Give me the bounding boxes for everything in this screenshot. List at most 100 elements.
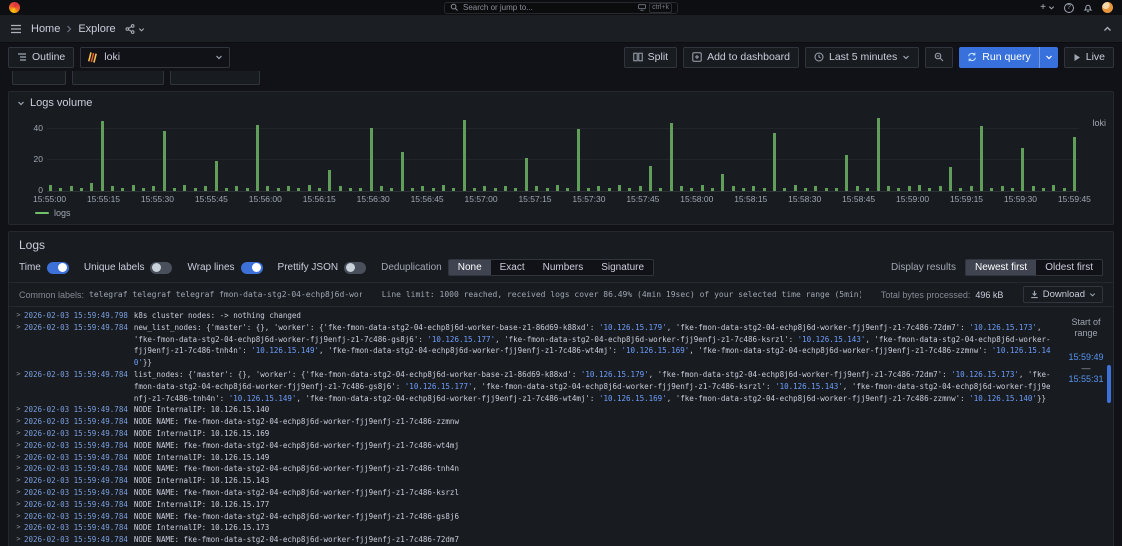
new-button[interactable]: + (1040, 3, 1055, 13)
log-row[interactable]: >2026-02-03 15:59:49.784NODE InternalIP:… (13, 452, 1059, 464)
notifications-button[interactable] (1083, 3, 1093, 13)
x-axis-labels: 15:55:0015:55:1515:55:3015:55:4515:56:00… (33, 194, 1091, 204)
volume-bar (845, 155, 848, 191)
datasource-picker[interactable]: loki (80, 47, 230, 68)
log-row[interactable]: >2026-02-03 15:59:49.784NODE InternalIP:… (13, 475, 1059, 487)
log-row[interactable]: >2026-02-03 15:59:49.784list_nodes: {'ma… (13, 369, 1059, 404)
search-input[interactable]: Search or jump to... ctrl+k (444, 2, 678, 14)
expand-log-icon[interactable]: > (13, 322, 24, 369)
expand-log-icon[interactable]: > (13, 404, 24, 416)
order-group-option[interactable]: Oldest first (1036, 260, 1102, 275)
log-message: NODE NAME: fke-fmon-data-stg2-04-echp8j6… (134, 511, 465, 523)
breadcrumb-home[interactable]: Home (31, 23, 60, 35)
hamburger-icon (10, 24, 22, 34)
expand-log-icon[interactable]: > (13, 475, 24, 487)
wrap-lines-toggle[interactable] (241, 262, 263, 274)
wrap-lines-toggle-label: Wrap lines (187, 262, 234, 273)
dedup-group-option[interactable]: Exact (491, 260, 534, 275)
volume-bar (866, 188, 869, 191)
log-row[interactable]: >2026-02-03 15:59:49.784NODE InternalIP:… (13, 522, 1059, 534)
expand-log-icon[interactable]: > (13, 369, 24, 404)
logs-panel: Logs Time Unique labels Wrap lines Prett… (8, 231, 1114, 546)
breadcrumb-explore[interactable]: Explore (78, 23, 115, 35)
collapse-section-icon[interactable] (17, 99, 25, 107)
volume-bar (121, 188, 124, 191)
run-query-interval-dropdown[interactable] (1039, 47, 1058, 68)
add-dashboard-icon (692, 52, 702, 62)
expand-log-icon[interactable]: > (13, 310, 24, 322)
volume-bar (980, 126, 983, 191)
user-avatar[interactable] (1102, 2, 1113, 13)
nav-oldest-time[interactable]: 15:55:31 (1068, 374, 1103, 385)
dedup-group-option[interactable]: Signature (592, 260, 653, 275)
log-row[interactable]: >2026-02-03 15:59:49.784NODE NAME: fke-f… (13, 440, 1059, 452)
log-row[interactable]: >2026-02-03 15:59:49.784NODE NAME: fke-f… (13, 534, 1059, 546)
time-toggle[interactable] (47, 262, 69, 274)
time-range-picker[interactable]: Last 5 minutes (805, 47, 919, 68)
expand-log-icon[interactable]: > (13, 534, 24, 546)
expand-log-icon[interactable]: > (13, 416, 24, 428)
volume-bar (111, 186, 114, 191)
expand-log-icon[interactable]: > (13, 487, 24, 499)
log-row[interactable]: >2026-02-03 15:59:49.798k8s cluster node… (13, 310, 1059, 322)
live-button[interactable]: Live (1064, 47, 1114, 68)
zoom-out-button[interactable] (925, 47, 953, 68)
legend-series-label[interactable]: logs (54, 208, 71, 218)
log-row[interactable]: >2026-02-03 15:59:49.784NODE NAME: fke-f… (13, 416, 1059, 428)
grafana-logo[interactable] (9, 2, 20, 13)
logs-controls: Time Unique labels Wrap lines Prettify J… (9, 254, 1113, 282)
unique-labels-toggle[interactable] (150, 262, 172, 274)
nav-newest-time[interactable]: 15:59:49 (1068, 352, 1103, 363)
help-button[interactable]: ? (1064, 3, 1074, 13)
log-message: new_list_nodes: {'master': {}, 'worker':… (134, 322, 1059, 369)
expand-log-icon[interactable]: > (13, 428, 24, 440)
volume-bar (59, 188, 62, 191)
expand-log-icon[interactable]: > (13, 499, 24, 511)
search-placeholder: Search or jump to... (463, 3, 634, 12)
mega-menu-toggle[interactable] (10, 24, 22, 34)
logs-volume-chart[interactable]: 40 20 0 (47, 112, 1079, 192)
collapse-nav-button[interactable] (1103, 25, 1112, 33)
common-labels-values: telegraf telegraf telegraf fmon-data-stg… (89, 290, 362, 299)
dedup-group-option[interactable]: Numbers (534, 260, 593, 275)
log-row[interactable]: >2026-02-03 15:59:49.784NODE InternalIP:… (13, 404, 1059, 416)
volume-bar (266, 186, 269, 191)
prettify-json-toggle[interactable] (344, 262, 366, 274)
chevron-right-icon (66, 25, 72, 33)
x-axis-tick: 15:58:30 (788, 194, 821, 204)
run-query-button[interactable]: Run query (959, 47, 1057, 68)
download-button[interactable]: Download (1023, 286, 1103, 303)
outline-button[interactable]: Outline (8, 47, 74, 68)
expand-log-icon[interactable]: > (13, 452, 24, 464)
chevron-down-icon (902, 53, 910, 61)
expand-log-icon[interactable]: > (13, 511, 24, 523)
log-row[interactable]: >2026-02-03 15:59:49.784NODE NAME: fke-f… (13, 511, 1059, 523)
add-to-dashboard-button[interactable]: Add to dashboard (683, 47, 799, 68)
expand-log-icon[interactable]: > (13, 440, 24, 452)
query-editor-field[interactable] (170, 71, 260, 85)
volume-bar (504, 186, 507, 191)
expand-log-icon[interactable]: > (13, 522, 24, 534)
query-editor-field[interactable] (72, 71, 164, 85)
log-message: NODE InternalIP: 10.126.15.177 (134, 499, 275, 511)
volume-bar (608, 188, 611, 191)
log-navigation: Start of range 15:59:49 — 15:55:31 (1059, 307, 1113, 546)
volume-bar (204, 186, 207, 191)
split-button[interactable]: Split (624, 47, 677, 68)
logs-panel-title: Logs (9, 232, 1113, 254)
log-nav-scrollbar[interactable] (1107, 365, 1111, 403)
volume-bar (390, 188, 393, 191)
volume-bar (277, 188, 280, 191)
dedup-group-option[interactable]: None (449, 260, 491, 275)
expand-log-icon[interactable]: > (13, 463, 24, 475)
log-row[interactable]: >2026-02-03 15:59:49.784NODE NAME: fke-f… (13, 463, 1059, 475)
query-editor-field[interactable] (12, 71, 66, 85)
share-shortened-link-button[interactable] (125, 24, 145, 34)
log-row[interactable]: >2026-02-03 15:59:49.784NODE InternalIP:… (13, 428, 1059, 440)
log-row[interactable]: >2026-02-03 15:59:49.784new_list_nodes: … (13, 322, 1059, 369)
order-group-option[interactable]: Newest first (966, 260, 1036, 275)
log-row[interactable]: >2026-02-03 15:59:49.784NODE NAME: fke-f… (13, 487, 1059, 499)
volume-bar (794, 185, 797, 191)
log-timestamp: 2026-02-03 15:59:49.784 (24, 428, 128, 440)
log-row[interactable]: >2026-02-03 15:59:49.784NODE InternalIP:… (13, 499, 1059, 511)
